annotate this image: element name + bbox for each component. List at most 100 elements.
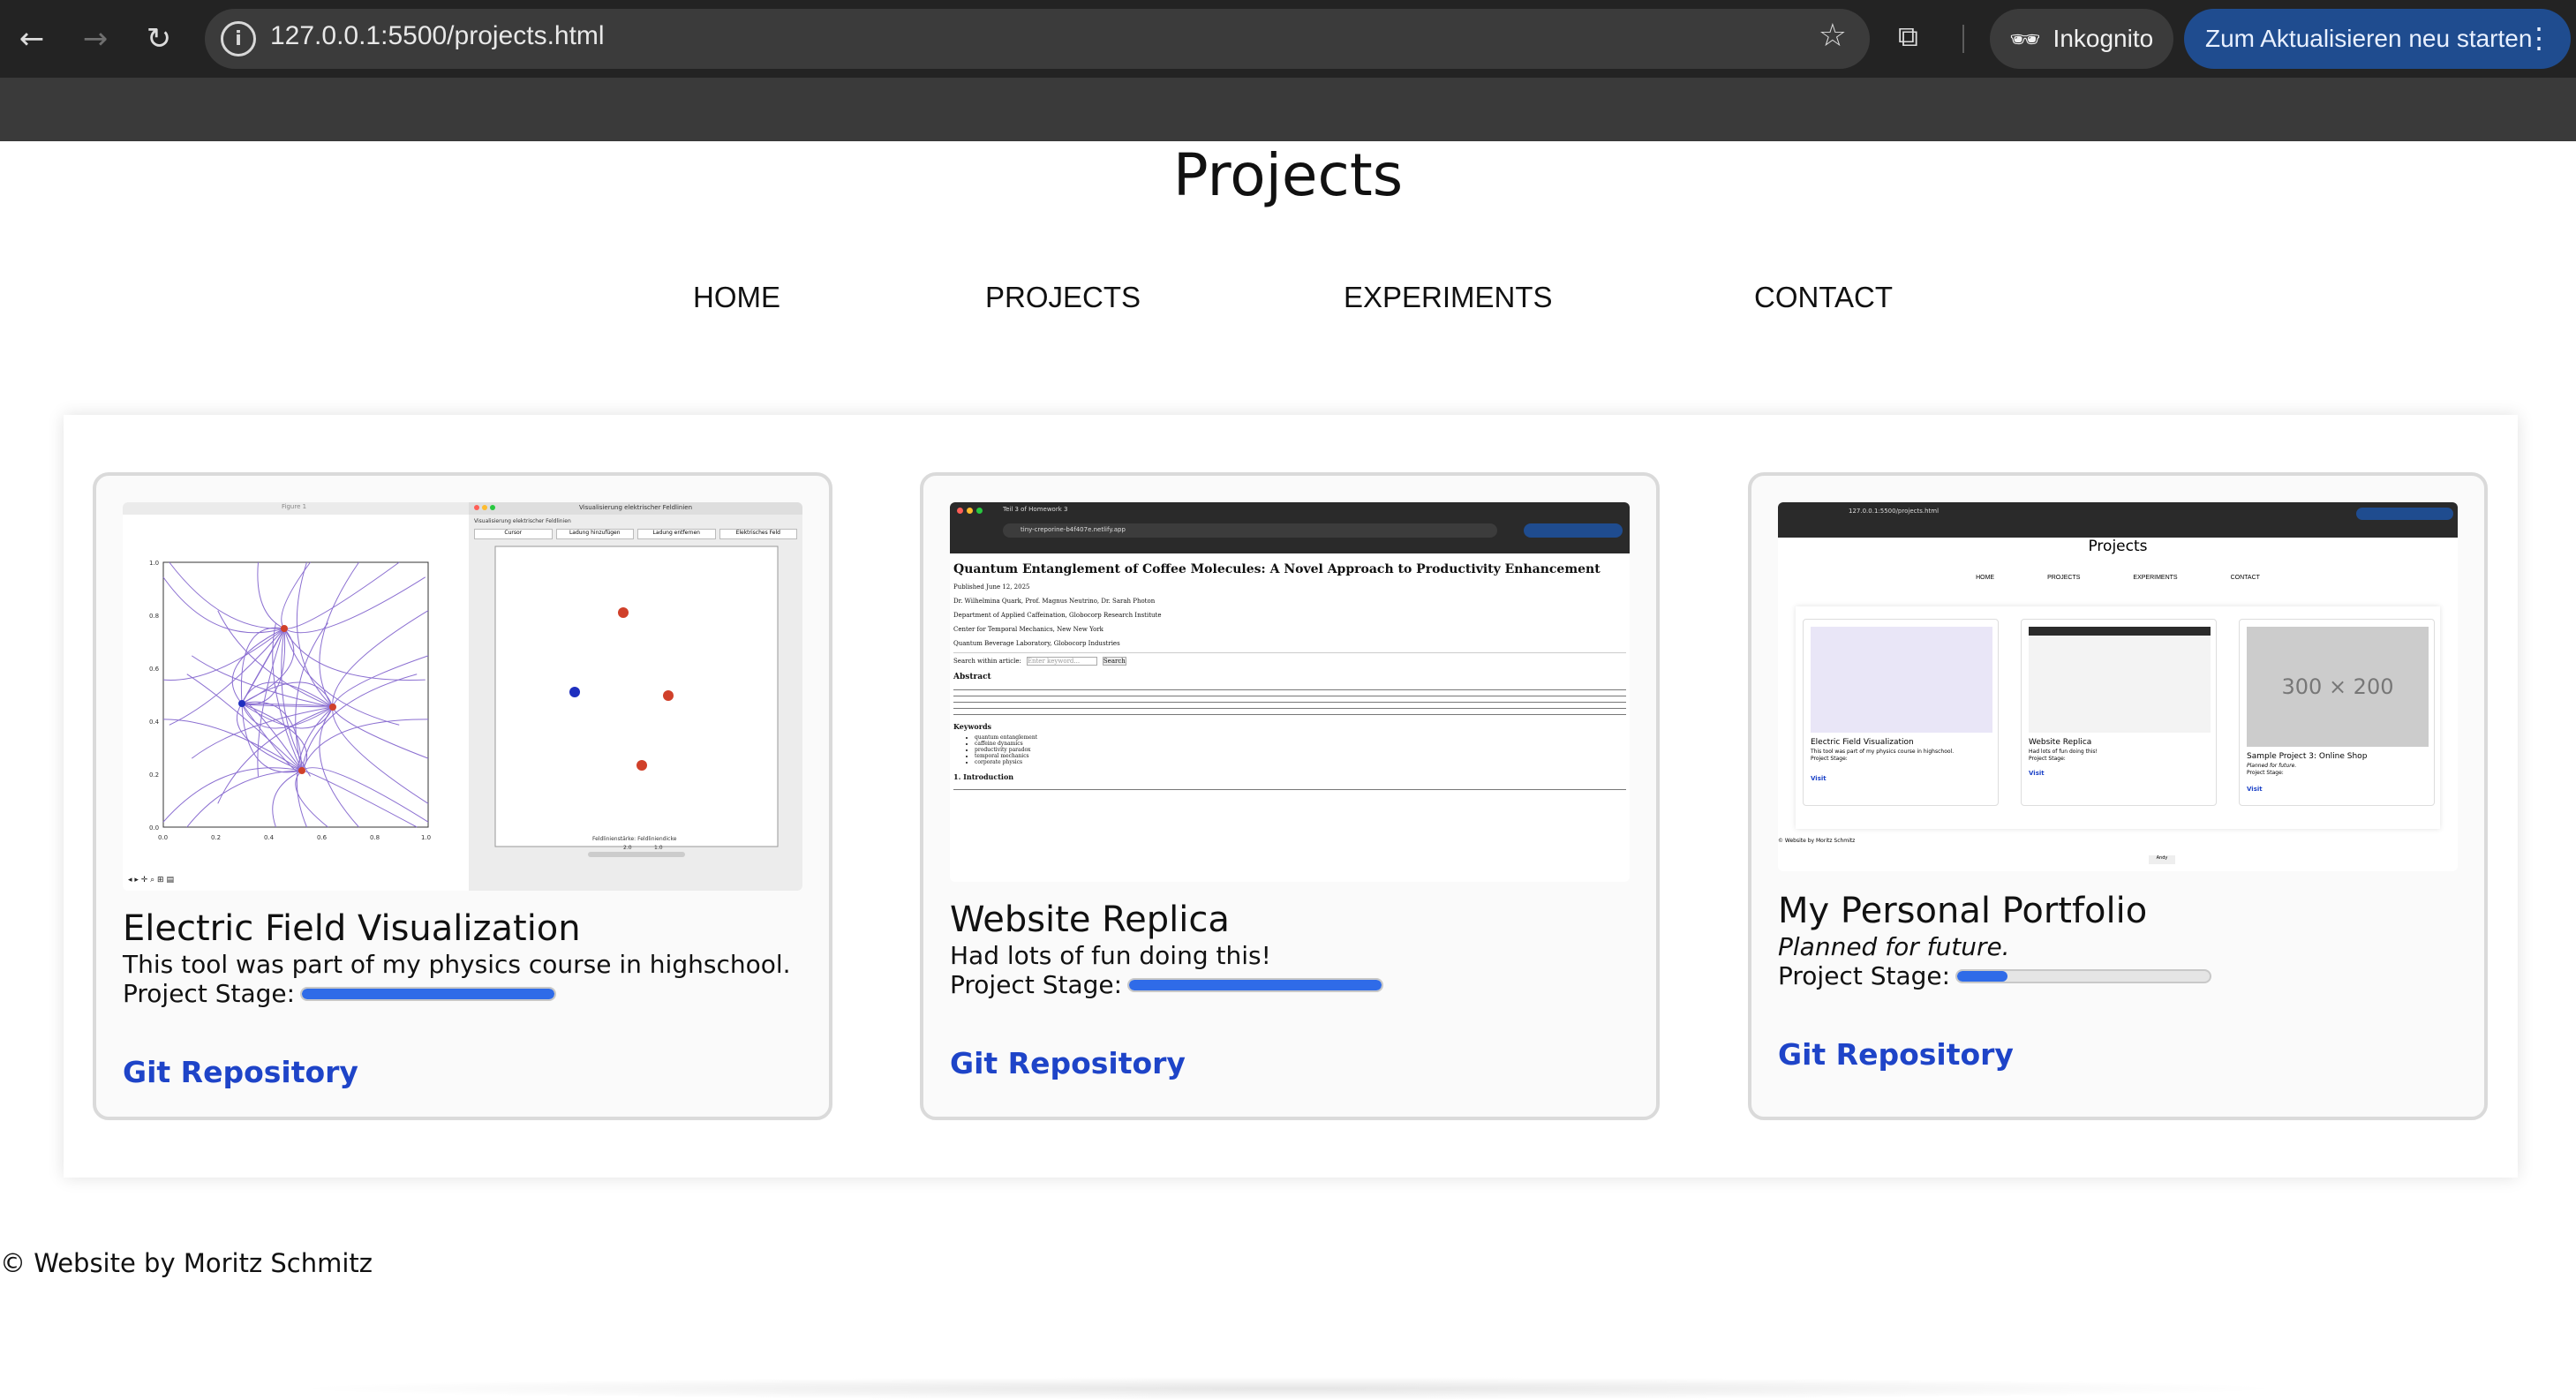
- nav-home[interactable]: HOME: [693, 281, 780, 314]
- card-description: This tool was part of my physics course …: [123, 950, 791, 979]
- tab-search-icon[interactable]: ⧉: [1898, 19, 1918, 54]
- site-footer: © Website by Moritz Schmitz: [0, 1248, 373, 1278]
- mini-card: Website Replica Had lots of fun doing th…: [2021, 619, 2217, 806]
- positive-charge-marker: [281, 625, 288, 632]
- project-card: Teil 3 of Homework 3 tiny-creporine-b4f4…: [920, 472, 1660, 1120]
- mini-card-visit: Visit: [2247, 786, 2263, 793]
- nav-experiments[interactable]: EXPERIMENTS: [1344, 281, 1553, 314]
- svg-text:1.0: 1.0: [149, 560, 159, 567]
- intro-text: [953, 787, 1626, 795]
- back-icon[interactable]: ←: [9, 16, 55, 62]
- card-title: Electric Field Visualization: [123, 908, 581, 949]
- app-window: Visualisierung elektrischer Feldlinien V…: [469, 502, 802, 891]
- mini-card-stage: Project Stage:: [2247, 770, 2284, 776]
- abstract-heading: Abstract: [953, 673, 991, 681]
- paper-affiliation: Center for Temporal Mechanics, New New Y…: [953, 626, 1103, 633]
- address-url[interactable]: 127.0.0.1:5500/projects.html: [270, 21, 605, 51]
- svg-text:0.0: 0.0: [149, 824, 159, 832]
- mini-card-visit: Visit: [1811, 775, 1827, 782]
- keyword-item: quantum entanglement: [975, 734, 1626, 741]
- mini-nav-item: PROJECTS: [2047, 575, 2081, 581]
- project-screenshot: Teil 3 of Homework 3 tiny-creporine-b4f4…: [950, 502, 1630, 882]
- mini-browser-bar: Teil 3 of Homework 3 tiny-creporine-b4f4…: [950, 502, 1630, 553]
- keyword-item: productivity paradox: [975, 747, 1626, 753]
- page-title: Projects: [1172, 141, 1404, 209]
- site-info-icon[interactable]: i: [221, 21, 256, 56]
- mini-tab-title: Teil 3 of Homework 3: [1003, 506, 1068, 513]
- more-menu-icon[interactable]: ⋮: [2525, 21, 2553, 55]
- stage-label: Project Stage:: [123, 979, 296, 1008]
- mini-nav-item: EXPERIMENTS: [2133, 575, 2178, 581]
- svg-text:0.4: 0.4: [149, 719, 160, 726]
- paper-search-label: Search within article:: [953, 658, 1021, 665]
- paper-affiliation: Quantum Beverage Laboratory, Globocorp I…: [953, 640, 1120, 647]
- svg-text:0.2: 0.2: [211, 834, 221, 841]
- svg-text:0.8: 0.8: [149, 613, 159, 620]
- svg-text:0.8: 0.8: [370, 834, 380, 841]
- restart-to-update-button[interactable]: Zum Aktualisieren neu starten ⋮: [2184, 9, 2571, 69]
- forward-icon[interactable]: →: [72, 16, 118, 62]
- card-title: Website Replica: [950, 899, 1230, 940]
- git-repository-link[interactable]: Git Repository: [1778, 1037, 2014, 1072]
- mini-nav-item: HOME: [1976, 575, 1995, 581]
- mini-card-title: Electric Field Visualization: [1811, 738, 1914, 747]
- svg-text:◂ ▸ ✛ ⌕ ⊞ ▤: ◂ ▸ ✛ ⌕ ⊞ ▤: [128, 876, 174, 884]
- paper-page: Quantum Entanglement of Coffee Molecules…: [950, 553, 1630, 882]
- paper-title: Quantum Entanglement of Coffee Molecules…: [953, 562, 1601, 576]
- browser-toolbar: ← → ↻ i 127.0.0.1:5500/projects.html ☆ ⧉…: [0, 0, 2576, 78]
- git-repository-link[interactable]: Git Repository: [950, 1046, 1186, 1080]
- project-screenshot: 127.0.0.1:5500/projects.html Projects HO…: [1778, 502, 2458, 871]
- incognito-label: Inkognito: [2053, 25, 2154, 52]
- mini-placeholder-image: 300 × 200: [2247, 627, 2429, 747]
- positive-charge-marker: [329, 704, 336, 711]
- restart-label: Zum Aktualisieren neu starten: [2205, 25, 2533, 52]
- svg-text:0.6: 0.6: [317, 834, 328, 841]
- keyword-item: temporal mechanics: [975, 753, 1626, 759]
- paper-search-button[interactable]: Search: [1102, 657, 1126, 666]
- slider-value: 2.0: [623, 845, 632, 851]
- keyword-item: caffeine dynamics: [975, 741, 1626, 747]
- mini-card-desc: This tool was part of my physics course …: [1811, 749, 1955, 755]
- nav-projects[interactable]: PROJECTS: [985, 281, 1141, 314]
- mini-footer: © Website by Moritz Schmitz: [1778, 838, 1856, 844]
- reload-icon[interactable]: ↻: [136, 16, 182, 62]
- card-description: Had lots of fun doing this!: [950, 941, 1271, 970]
- project-stage: Project Stage:: [1778, 961, 2212, 990]
- mini-nav: HOME PROJECTS EXPERIMENTS CONTACT: [1778, 575, 2458, 581]
- mini-url: tiny-creporine-b4f407e.netlify.app: [1021, 526, 1126, 533]
- project-card: 127.0.0.1:5500/projects.html Projects HO…: [1748, 472, 2488, 1120]
- bookmark-star-icon[interactable]: ☆: [1819, 18, 1847, 54]
- mini-card: Electric Field Visualization This tool w…: [1803, 619, 1999, 806]
- project-stage: Project Stage:: [123, 979, 557, 1008]
- stage-progress-bar: [1955, 968, 2212, 983]
- keyword-item: corporate physics: [975, 759, 1626, 765]
- incognito-icon: 🕶: [2009, 25, 2041, 53]
- paper-affiliation: Department of Applied Caffeination, Glob…: [953, 612, 1162, 619]
- nav-contact[interactable]: CONTACT: [1754, 281, 1893, 314]
- intro-heading: 1. Introduction: [953, 772, 1014, 781]
- mini-page-title: Projects: [2088, 538, 2148, 555]
- abstract-text: [953, 687, 1626, 717]
- svg-text:0.2: 0.2: [149, 772, 159, 779]
- plot-window: Figure 1 1.0 0.8 0.6 0.4 0.2 0.0 0.0 0.2: [123, 502, 469, 891]
- mini-browser-bar: 127.0.0.1:5500/projects.html: [1778, 502, 2458, 538]
- slider-label: Feldlinienstärke: Feldliniendicke: [592, 836, 677, 842]
- keywords-heading: Keywords: [953, 722, 992, 731]
- svg-text:0.6: 0.6: [149, 666, 160, 673]
- keywords-list: quantum entanglement caffeine dynamics p…: [975, 734, 1626, 765]
- stage-progress-bar: [1127, 977, 1384, 992]
- incognito-indicator[interactable]: 🕶 Inkognito: [1990, 9, 2173, 69]
- address-bar[interactable]: i 127.0.0.1:5500/projects.html ☆: [205, 9, 1870, 69]
- stage-progress-bar: [300, 986, 557, 1001]
- stage-label: Project Stage:: [1778, 961, 1951, 990]
- project-card: Figure 1 1.0 0.8 0.6 0.4 0.2 0.0 0.0 0.2: [93, 472, 832, 1120]
- card-title: My Personal Portfolio: [1778, 891, 2148, 931]
- git-repository-link[interactable]: Git Repository: [123, 1055, 358, 1089]
- field-lines-plot: 1.0 0.8 0.6 0.4 0.2 0.0 0.0 0.2 0.4 0.6 …: [128, 560, 431, 884]
- project-screenshot: Figure 1 1.0 0.8 0.6 0.4 0.2 0.0 0.0 0.2: [123, 502, 802, 891]
- negative-charge-marker: [238, 700, 245, 707]
- stage-label: Project Stage:: [950, 970, 1123, 999]
- svg-text:0.4: 0.4: [264, 834, 275, 841]
- paper-search-input[interactable]: Enter keyword...: [1026, 657, 1097, 666]
- mini-card-title: Website Replica: [2029, 738, 2092, 747]
